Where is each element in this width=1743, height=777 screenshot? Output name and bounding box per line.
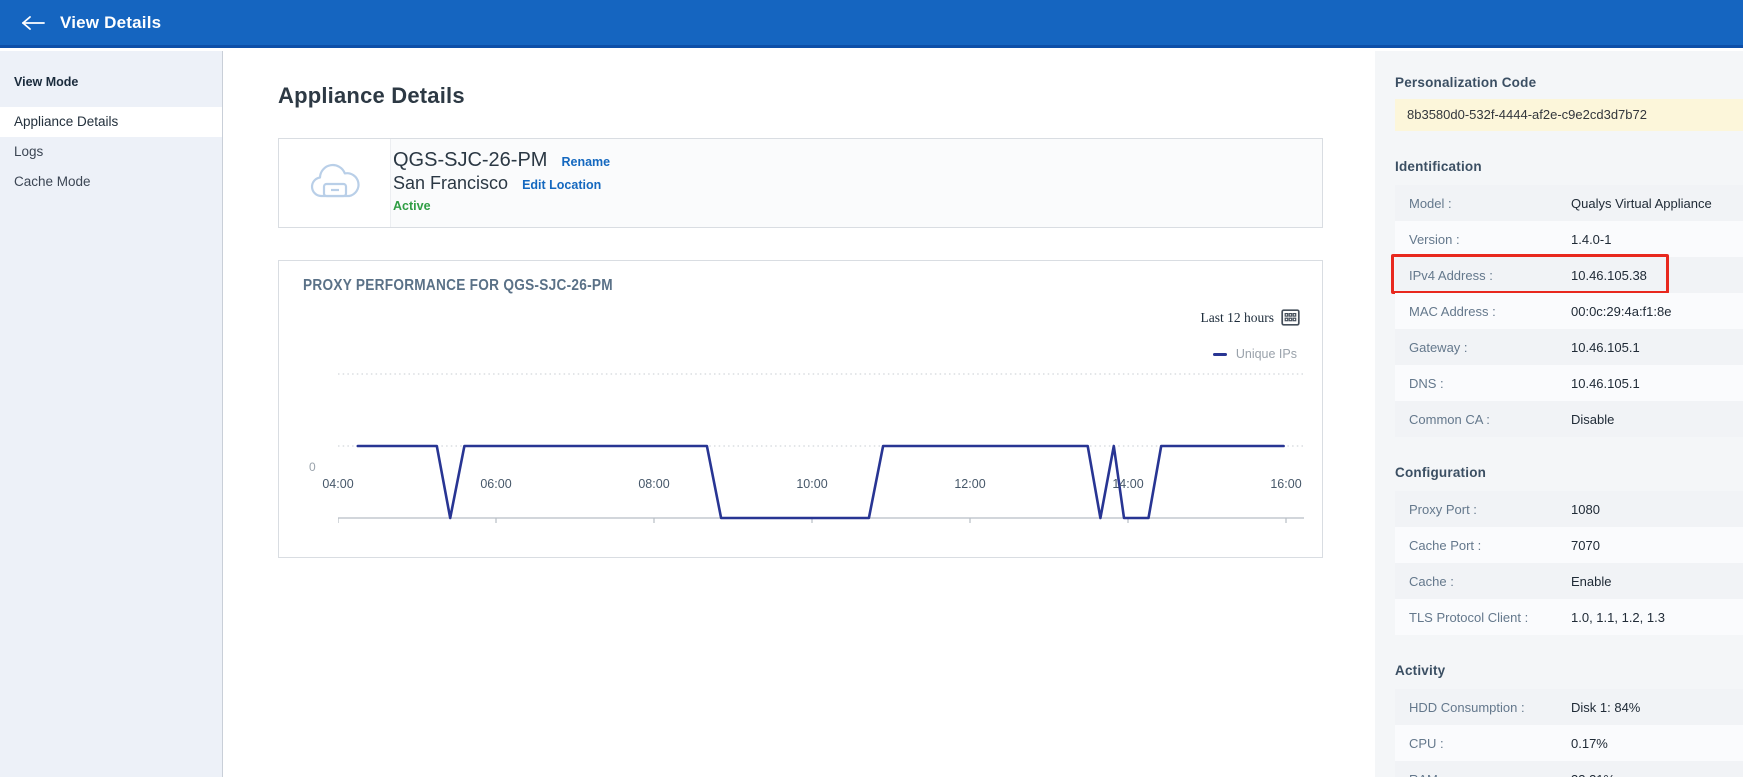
- detail-row: HDD Consumption : Disk 1: 84%: [1395, 689, 1743, 725]
- cloud-appliance-icon: [310, 163, 360, 198]
- x-tick-label: 06:00: [480, 477, 512, 491]
- detail-label: MAC Address :: [1409, 303, 1496, 319]
- x-tick-label: 14:00: [1112, 477, 1144, 491]
- detail-value: Enable: [1571, 573, 1612, 589]
- proxy-performance-chart-card: PROXY PERFORMANCE FOR QGS-SJC-26-PM Last…: [278, 260, 1323, 558]
- legend-series-swatch: [1212, 352, 1227, 356]
- main-content: Appliance Details QGS-SJC-26-PM Rename S…: [224, 51, 1375, 777]
- detail-label: IPv4 Address :: [1409, 267, 1493, 283]
- detail-value: 0.17%: [1571, 735, 1608, 751]
- detail-label: Gateway :: [1409, 339, 1468, 355]
- detail-row: IPv4 Address : 10.46.105.38: [1391, 254, 1743, 294]
- detail-value: 1.0, 1.1, 1.2, 1.3: [1571, 609, 1665, 625]
- x-tick-label: 10:00: [796, 477, 828, 491]
- edit-location-link[interactable]: Edit Location: [522, 178, 601, 192]
- detail-row: Cache Port : 7070: [1395, 527, 1743, 563]
- page-title: Appliance Details: [278, 83, 465, 108]
- detail-value: Qualys Virtual Appliance: [1571, 195, 1712, 211]
- detail-value: Disk 1: 84%: [1571, 699, 1641, 715]
- detail-section-activity: Activity HDD Consumption : Disk 1: 84% CPU …: [1395, 663, 1743, 777]
- detail-section-configuration: Configuration Proxy Port : 1080 Cache Port …: [1395, 465, 1743, 635]
- sidebar-item-appliance-details[interactable]: Appliance Details: [0, 107, 222, 137]
- detail-label: TLS Protocol Client :: [1409, 609, 1529, 625]
- detail-value: 1080: [1571, 501, 1600, 517]
- back-button[interactable]: [16, 6, 50, 40]
- section-heading: Activity: [1395, 663, 1446, 678]
- detail-value: 7070: [1571, 537, 1600, 553]
- detail-value: 10.46.105.1: [1571, 339, 1640, 355]
- detail-label: Cache Port :: [1409, 537, 1482, 553]
- legend-series-label: Unique IPs: [1235, 347, 1297, 361]
- detail-value: 1.4.0-1: [1571, 231, 1612, 247]
- time-range-picker[interactable]: Last 12 hours: [1201, 309, 1301, 326]
- time-range-label: Last 12 hours: [1200, 309, 1275, 325]
- y-axis-zero-label: 0: [309, 460, 316, 474]
- detail-label: Model :: [1409, 195, 1452, 211]
- detail-value: 33.31%: [1571, 772, 1615, 777]
- detail-value: Disable: [1571, 411, 1615, 427]
- detail-label: Common CA :: [1409, 411, 1490, 427]
- x-tick-label: 16:00: [1270, 477, 1302, 491]
- personalization-code-heading: Personalization Code: [1395, 75, 1537, 90]
- detail-row: CPU : 0.17%: [1395, 725, 1743, 761]
- sidebar-item-cache-mode[interactable]: Cache Mode: [0, 167, 222, 197]
- chart-title: PROXY PERFORMANCE FOR QGS-SJC-26-PM: [303, 277, 613, 294]
- appliance-location: San Francisco: [393, 173, 509, 193]
- sidebar-items: Appliance Details Logs Cache Mode: [0, 107, 222, 197]
- detail-row: Gateway : 10.46.105.1: [1395, 329, 1743, 365]
- sidebar-item-logs[interactable]: Logs: [0, 137, 222, 167]
- detail-label: Version :: [1409, 231, 1460, 247]
- detail-row: MAC Address : 00:0c:29:4a:f1:8e: [1395, 293, 1743, 329]
- detail-value: 10.46.105.38: [1571, 267, 1647, 283]
- chart-legend[interactable]: Unique IPs: [1212, 347, 1297, 361]
- detail-row: TLS Protocol Client : 1.0, 1.1, 1.2, 1.3: [1395, 599, 1743, 635]
- x-tick-label: 08:00: [638, 477, 670, 491]
- detail-row: Cache : Enable: [1395, 563, 1743, 599]
- x-tick-label: 12:00: [954, 477, 986, 491]
- left-arrow-icon: [22, 15, 45, 30]
- x-tick-label: 04:00: [322, 477, 354, 491]
- detail-label: HDD Consumption :: [1409, 699, 1525, 715]
- detail-label: RAM :: [1395, 772, 1571, 777]
- detail-label: CPU :: [1409, 735, 1444, 751]
- sidebar: View Mode Appliance Details Logs Cache Mod…: [0, 51, 223, 777]
- detail-row: DNS : 10.46.105.1: [1395, 365, 1743, 401]
- line-plot: [338, 373, 1304, 523]
- detail-row: Common CA : Disable: [1395, 401, 1743, 437]
- detail-value: 00:0c:29:4a:f1:8e: [1571, 303, 1672, 319]
- section-heading: Configuration: [1395, 465, 1487, 480]
- appliance-name: QGS-SJC-26-PM: [393, 149, 548, 171]
- personalization-code-value: 8b3580d0-532f-4444-af2e-c9e2cd3d7b72: [1395, 99, 1743, 131]
- detail-label: DNS :: [1409, 375, 1444, 391]
- status-badge: Active: [393, 199, 431, 213]
- detail-row: Model : Qualys Virtual Appliance: [1395, 185, 1743, 221]
- detail-sections: Identification Model : Qualys Virtual Appl…: [1391, 159, 1743, 777]
- appliance-info: QGS-SJC-26-PM Rename San Francisco Edit …: [391, 139, 610, 227]
- detail-label: Cache :: [1409, 573, 1454, 589]
- rename-link[interactable]: Rename: [561, 155, 610, 169]
- calendar-icon[interactable]: [1281, 309, 1300, 326]
- appliance-summary-card: QGS-SJC-26-PM Rename San Francisco Edit …: [278, 138, 1323, 228]
- sidebar-section-label: View Mode: [14, 75, 79, 89]
- app-header: View Details: [0, 0, 1743, 48]
- section-heading: Identification: [1395, 159, 1482, 174]
- detail-section-identification: Identification Model : Qualys Virtual Appl…: [1391, 159, 1743, 437]
- page-header-title: View Details: [60, 12, 162, 32]
- details-panel: Personalization Code 8b3580d0-532f-4444-…: [1375, 51, 1743, 777]
- detail-row: RAM :33.31%: [1395, 761, 1743, 777]
- detail-row: Proxy Port : 1080: [1395, 491, 1743, 527]
- detail-value: 10.46.105.1: [1571, 375, 1640, 391]
- appliance-icon-cell: [279, 139, 391, 227]
- detail-row: Version : 1.4.0-1: [1395, 221, 1743, 257]
- detail-label: Proxy Port :: [1409, 501, 1477, 517]
